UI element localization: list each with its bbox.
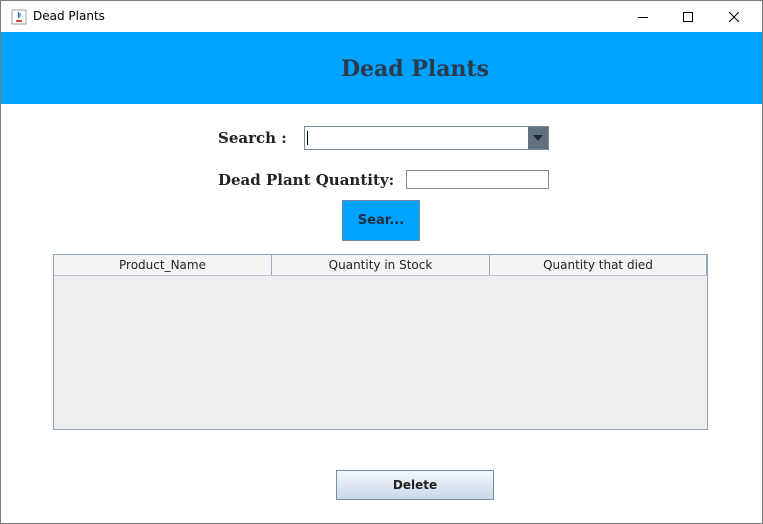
close-button[interactable] bbox=[711, 1, 757, 32]
minimize-button[interactable] bbox=[620, 1, 666, 32]
chevron-down-icon bbox=[533, 135, 543, 141]
search-label: Search : bbox=[218, 129, 287, 147]
title-bar: Dead Plants bbox=[1, 1, 762, 32]
plants-table[interactable]: Product_Name Quantity in Stock Quantity … bbox=[53, 254, 708, 430]
page-title: Dead Plants bbox=[340, 56, 490, 82]
column-header-quantity-died[interactable]: Quantity that died bbox=[490, 255, 707, 275]
text-caret bbox=[307, 131, 308, 145]
minimize-icon bbox=[638, 16, 648, 18]
java-app-icon bbox=[11, 9, 27, 25]
table-header: Product_Name Quantity in Stock Quantity … bbox=[54, 255, 707, 276]
maximize-icon bbox=[683, 11, 693, 22]
delete-button[interactable]: Delete bbox=[336, 470, 494, 500]
search-button[interactable]: Sear... bbox=[342, 200, 420, 241]
close-icon bbox=[729, 11, 739, 22]
dead-plant-quantity-label: Dead Plant Quantity: bbox=[218, 171, 395, 189]
dropdown-button[interactable] bbox=[528, 127, 548, 149]
column-header-quantity-in-stock[interactable]: Quantity in Stock bbox=[272, 255, 490, 275]
column-header-product-name[interactable]: Product_Name bbox=[54, 255, 272, 275]
window-title: Dead Plants bbox=[33, 9, 105, 23]
search-combobox[interactable] bbox=[304, 126, 549, 150]
maximize-button[interactable] bbox=[665, 1, 711, 32]
header-banner: Dead Plants bbox=[1, 32, 762, 104]
dead-plant-quantity-field[interactable] bbox=[406, 170, 549, 189]
dead-plants-window: Dead Plants Dead Plants Search : Dead Pl… bbox=[0, 0, 763, 524]
